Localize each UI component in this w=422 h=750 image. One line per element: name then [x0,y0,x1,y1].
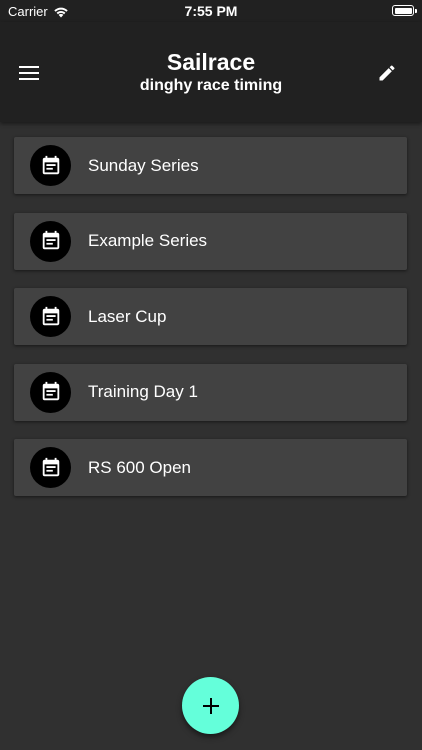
status-bar: Carrier 7:55 PM [0,0,422,22]
avatar [30,220,71,262]
list-item-label: RS 600 Open [88,457,192,477]
list-item-sunday-series[interactable]: Sunday Series [14,137,407,194]
plus-icon [202,697,219,714]
calendar-note-icon [42,230,59,250]
series-list: Sunday Series Example Series Laser Cup T… [14,137,407,515]
list-item-rs-600-open[interactable]: RS 600 Open [14,439,407,496]
add-series-button[interactable] [182,677,239,734]
edit-button[interactable] [372,58,402,88]
list-item-example-series[interactable]: Example Series [14,212,407,270]
avatar [30,447,71,488]
avatar [30,371,71,413]
calendar-note-icon [42,457,59,476]
page-title: Sailrace [166,49,256,75]
calendar-note-icon [42,381,59,401]
pencil-icon [379,65,395,81]
list-item-label: Sunday Series [88,155,199,175]
calendar-note-icon [42,155,59,174]
list-item-label: Training Day 1 [88,382,198,401]
status-time: 7:55 PM [184,3,238,19]
avatar [30,145,71,186]
list-item-label: Laser Cup [88,306,167,326]
title-block: Sailrace dinghy race timing [60,48,362,96]
avatar [30,296,71,337]
page-subtitle: dinghy race timing [139,77,283,94]
menu-icon [19,66,39,80]
list-item-label: Example Series [88,231,208,250]
app-bar: Sailrace dinghy race timing [0,22,422,122]
calendar-note-icon [42,306,59,325]
list-item-training-day-1[interactable]: Training Day 1 [14,363,407,421]
list-item-laser-cup[interactable]: Laser Cup [14,288,407,345]
battery-icon [392,5,417,16]
menu-button[interactable] [14,58,44,88]
